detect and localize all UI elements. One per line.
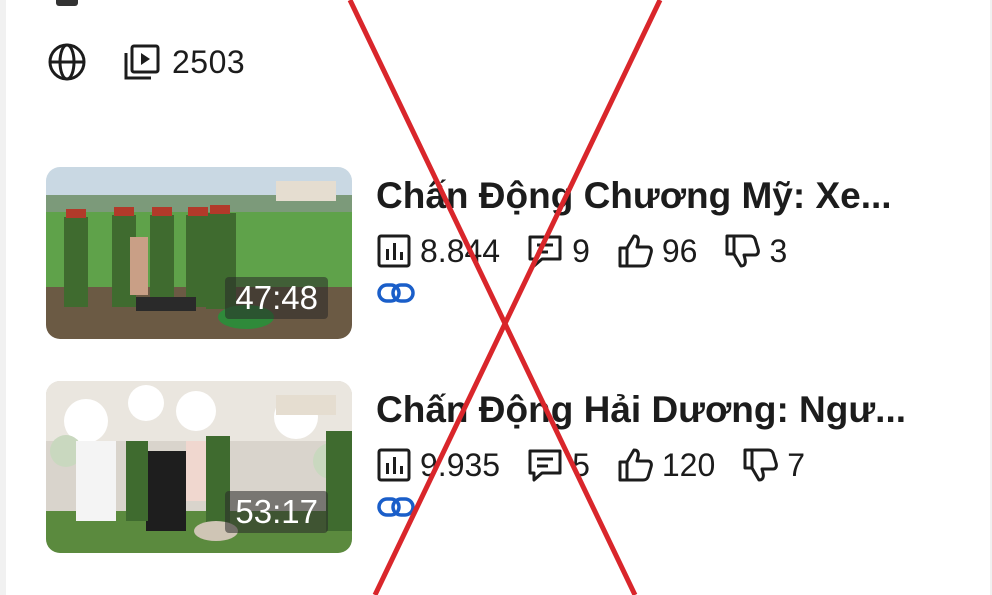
header-stub: [56, 0, 78, 6]
video-count: 2503: [172, 43, 246, 80]
thumbs-down-icon[interactable]: [741, 447, 779, 483]
views-stat: 8.844: [376, 233, 500, 270]
playlist-icon[interactable]: [122, 42, 162, 82]
bar-chart-icon: [377, 448, 411, 482]
link-icon[interactable]: [376, 279, 416, 309]
comments-count: 9: [572, 232, 590, 269]
globe-icon[interactable]: [46, 41, 88, 83]
dislikes-stat: 3: [723, 233, 787, 270]
link-icon[interactable]: [376, 493, 416, 523]
views-stat: 9.935: [376, 447, 500, 484]
bar-chart-icon: [377, 234, 411, 268]
video-title[interactable]: Chấn Động Chương Mỹ: Xe...: [376, 173, 976, 219]
likes-count: 120: [661, 446, 716, 483]
views-count: 9.935: [420, 446, 501, 483]
comment-icon[interactable]: [526, 233, 564, 269]
comments-stat: 5: [526, 447, 590, 484]
video-duration: 47:48: [225, 277, 328, 319]
views-count: 8.844: [420, 232, 501, 269]
channel-panel: 2503 47:48 Chấn Động Chương Mỹ: Xe... 8.…: [6, 0, 990, 595]
thumbs-up-icon[interactable]: [616, 233, 654, 269]
video-item[interactable]: 47:48 Chấn Động Chương Mỹ: Xe... 8.844 9…: [46, 167, 976, 339]
dislikes-stat: 7: [741, 447, 805, 484]
likes-stat: 120: [616, 447, 715, 484]
dislikes-count: 7: [787, 446, 806, 483]
thumbs-down-icon[interactable]: [723, 233, 761, 269]
video-title[interactable]: Chấn Động Hải Dương: Ngư...: [376, 387, 976, 433]
video-duration: 53:17: [225, 491, 328, 533]
comment-icon[interactable]: [526, 447, 564, 483]
video-thumbnail[interactable]: 47:48: [46, 167, 352, 339]
video-item[interactable]: 53:17 Chấn Động Hải Dương: Ngư... 9.935: [46, 381, 976, 553]
comments-count: 5: [572, 446, 590, 483]
dislikes-count: 3: [769, 232, 788, 269]
likes-count: 96: [661, 232, 698, 269]
video-info: Chấn Động Chương Mỹ: Xe... 8.844 9 96 3: [376, 167, 976, 314]
video-stats: 9.935 5 120 7: [376, 443, 976, 487]
video-info: Chấn Động Hải Dương: Ngư... 9.935 5 120 …: [376, 381, 976, 528]
thumbs-up-icon[interactable]: [616, 447, 654, 483]
video-thumbnail[interactable]: 53:17: [46, 381, 352, 553]
video-stats: 8.844 9 96 3: [376, 229, 976, 273]
comments-stat: 9: [526, 233, 590, 270]
channel-meta: 2503: [46, 40, 245, 84]
likes-stat: 96: [616, 232, 698, 270]
